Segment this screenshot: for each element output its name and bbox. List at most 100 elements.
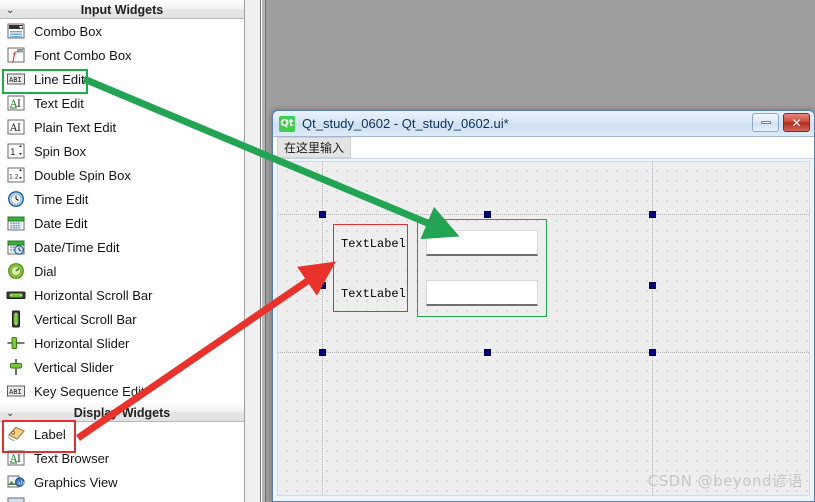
- widget-item-time-edit[interactable]: Time Edit: [0, 187, 244, 211]
- layout-handle[interactable]: [649, 282, 656, 289]
- widget-item-line-edit[interactable]: ABI Line Edit: [0, 67, 244, 91]
- window-controls: ✕: [752, 113, 810, 132]
- svg-text:I: I: [17, 99, 21, 110]
- display-widgets-list: Label A I Text Browser abc: [0, 422, 244, 502]
- menubar-placeholder-item[interactable]: 在这里输入: [277, 137, 352, 158]
- widget-item-label: Combo Box: [34, 23, 102, 39]
- widget-item-label: Text Edit: [34, 95, 84, 111]
- vertical-slider-icon: [6, 358, 26, 376]
- widget-item-horizontal-slider[interactable]: Horizontal Slider: [0, 331, 244, 355]
- form-line-edit-2[interactable]: [426, 280, 538, 306]
- widget-item-date-edit[interactable]: Date Edit: [0, 211, 244, 235]
- minimize-button[interactable]: [752, 113, 779, 132]
- spin-box-icon: 1: [6, 142, 26, 160]
- widget-item-vertical-scroll-bar[interactable]: Vertical Scroll Bar: [0, 307, 244, 331]
- widget-item-label: Horizontal Slider: [34, 335, 130, 351]
- window-titlebar[interactable]: Qt Qt_study_0602 - Qt_study_0602.ui* ✕: [273, 111, 814, 137]
- widget-item-label: Vertical Slider: [34, 359, 114, 375]
- line-edit-icon: ABI: [6, 70, 26, 88]
- combo-box-icon: [6, 22, 26, 40]
- widget-item-label: Plain Text Edit: [34, 119, 117, 135]
- widget-item-label: Double Spin Box: [34, 167, 131, 183]
- close-button[interactable]: ✕: [783, 113, 810, 132]
- time-edit-icon: [6, 190, 26, 208]
- widget-item-label: Horizontal Scroll Bar: [34, 287, 153, 303]
- double-spin-box-icon: 1.2: [6, 166, 26, 184]
- widget-item-double-spin-box[interactable]: 1.2 Double Spin Box: [0, 163, 244, 187]
- form-canvas[interactable]: TextLabel TextLabel CSDN @beyond谚语: [278, 162, 809, 495]
- widget-item-dial[interactable]: Dial: [0, 259, 244, 283]
- input-widgets-list: Combo Box f Font Combo Box ABI Line Edit: [0, 19, 244, 403]
- widget-item-font-combo-box[interactable]: f Font Combo Box: [0, 43, 244, 67]
- form-label-1[interactable]: TextLabel: [341, 237, 406, 251]
- calendar-widget-icon: [6, 497, 26, 502]
- widget-item-label: Date Edit: [34, 215, 88, 231]
- layout-handle[interactable]: [649, 211, 656, 218]
- vertical-scroll-bar-icon: [6, 310, 26, 328]
- graphics-view-icon: abc: [6, 473, 26, 491]
- widget-item-label: Text Browser: [34, 450, 110, 466]
- text-edit-icon: A I: [6, 94, 26, 112]
- horizontal-scroll-bar-icon: [6, 286, 26, 304]
- layout-handle[interactable]: [484, 349, 491, 356]
- svg-text:ABI: ABI: [9, 388, 22, 396]
- form-line-edit-1[interactable]: [426, 230, 538, 256]
- group-title-input-widgets: Input Widgets: [80, 3, 164, 17]
- text-browser-icon: A I: [6, 449, 26, 467]
- widget-item-partial[interactable]: [0, 494, 244, 502]
- layout-handle[interactable]: [319, 349, 326, 356]
- widget-item-label: Dial: [34, 263, 57, 279]
- widget-item-graphics-view[interactable]: abc Graphics View: [0, 470, 244, 494]
- date-time-edit-icon: [6, 238, 26, 256]
- dial-icon: [6, 262, 26, 280]
- qt-designer-form-window[interactable]: Qt Qt_study_0602 - Qt_study_0602.ui* ✕ 在…: [272, 110, 815, 502]
- widget-item-text-edit[interactable]: A I Text Edit: [0, 91, 244, 115]
- chevron-down-icon[interactable]: ⌄: [6, 1, 14, 20]
- watermark-text: CSDN @beyond谚语: [647, 472, 803, 490]
- widget-item-combo-box[interactable]: Combo Box: [0, 19, 244, 43]
- widget-item-label: Graphics View: [34, 474, 118, 490]
- layout-guide-horizontal: [278, 352, 809, 353]
- widget-item-label-text: Label: [34, 426, 66, 442]
- widget-box-panel[interactable]: ⌄ Input Widgets Combo Box f Font Combo B…: [0, 0, 245, 502]
- widget-item-label: Date/Time Edit: [34, 239, 120, 255]
- form-canvas-frame: TextLabel TextLabel CSDN @beyond谚语: [277, 161, 810, 496]
- panel-edge-divider: [262, 0, 266, 502]
- label-icon: [6, 425, 26, 443]
- widget-item-date-time-edit[interactable]: Date/Time Edit: [0, 235, 244, 259]
- layout-handle[interactable]: [649, 349, 656, 356]
- qt-logo-icon: Qt: [279, 115, 295, 132]
- form-menubar[interactable]: 在这里输入: [273, 137, 814, 159]
- widget-item-text-browser[interactable]: A I Text Browser: [0, 446, 244, 470]
- svg-text:I: I: [17, 123, 21, 134]
- widget-item-label[interactable]: Label: [0, 422, 244, 446]
- widget-item-vertical-slider[interactable]: Vertical Slider: [0, 355, 244, 379]
- group-header-display-widgets[interactable]: ⌄ Display Widgets: [0, 403, 244, 422]
- layout-handle[interactable]: [319, 211, 326, 218]
- widget-item-spin-box[interactable]: 1 Spin Box: [0, 139, 244, 163]
- widget-item-horizontal-scroll-bar[interactable]: Horizontal Scroll Bar: [0, 283, 244, 307]
- date-edit-icon: [6, 214, 26, 232]
- widget-item-label: Spin Box: [34, 143, 87, 159]
- widget-item-key-sequence-edit[interactable]: ABI Key Sequence Edit: [0, 379, 244, 403]
- svg-text:ABI: ABI: [9, 76, 22, 84]
- group-header-input-widgets[interactable]: ⌄ Input Widgets: [0, 0, 244, 19]
- form-label-2[interactable]: TextLabel: [341, 287, 406, 301]
- widget-item-plain-text-edit[interactable]: A I Plain Text Edit: [0, 115, 244, 139]
- widget-item-label: Line Edit: [34, 71, 85, 87]
- chevron-down-icon[interactable]: ⌄: [6, 404, 14, 423]
- plain-text-edit-icon: A I: [6, 118, 26, 136]
- minimize-icon: [760, 121, 771, 124]
- layout-handle[interactable]: [484, 211, 491, 218]
- font-combo-box-icon: f: [6, 46, 26, 64]
- widget-item-label: Key Sequence Edit: [34, 383, 145, 399]
- horizontal-slider-icon: [6, 334, 26, 352]
- svg-text:1.2: 1.2: [9, 174, 19, 181]
- widget-item-label: Vertical Scroll Bar: [34, 311, 137, 327]
- widget-item-label: Time Edit: [34, 191, 89, 207]
- layout-handle[interactable]: [319, 282, 326, 289]
- widget-item-label: Font Combo Box: [34, 47, 132, 63]
- key-sequence-edit-icon: ABI: [6, 382, 26, 400]
- panel-splitter[interactable]: [245, 0, 261, 502]
- svg-text:I: I: [17, 454, 21, 465]
